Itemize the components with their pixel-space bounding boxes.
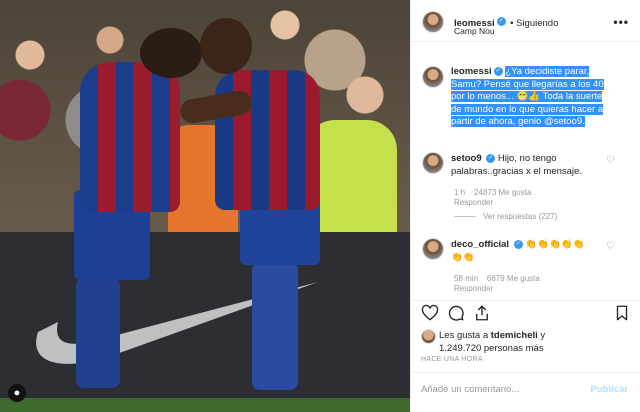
location-link[interactable]: Camp Nou xyxy=(454,26,495,36)
comment-username[interactable]: setoo9 xyxy=(451,153,482,164)
bookmark-icon[interactable] xyxy=(613,304,631,322)
avatar[interactable] xyxy=(422,11,444,33)
avatar[interactable] xyxy=(421,329,436,344)
player-shirt xyxy=(215,70,320,210)
caption-text: de mundo en lo que quieras hacer a xyxy=(451,103,604,115)
replies-divider xyxy=(454,216,476,217)
caption-text: partir de ahora, genio @setoo9. xyxy=(451,116,585,127)
avatar[interactable] xyxy=(422,152,444,174)
comment: deco_official ✓ 👏👏👏👏👏 👏👏 xyxy=(451,239,611,264)
verified-icon: ✓ xyxy=(513,239,523,249)
post-header: leomessi ✓ • Siguiendo Camp Nou ••• xyxy=(411,0,640,42)
avatar[interactable] xyxy=(422,66,444,88)
player-shirt xyxy=(80,62,180,212)
player-head xyxy=(200,18,252,74)
comment-text: palabras..gracias x el mensaje. xyxy=(451,165,582,177)
liker-username[interactable]: tdemicheli xyxy=(491,330,538,341)
comment-text: Hijo, no tengo xyxy=(497,153,557,164)
comment-text: 👏👏👏👏👏 xyxy=(525,239,585,250)
comment-time[interactable]: 1 h xyxy=(454,188,465,197)
publish-button[interactable]: Publicar xyxy=(591,384,629,395)
comment-likes[interactable]: 6679 Me gusta xyxy=(487,274,540,283)
likes-prefix: Les gusta a xyxy=(439,330,491,341)
comment-likes[interactable]: 24873 Me gusta xyxy=(474,188,531,197)
likes-suffix: y xyxy=(537,330,546,341)
post-photo[interactable]: ● xyxy=(0,0,410,412)
follow-status[interactable]: • Siguiendo xyxy=(510,18,558,29)
comment-meta: 1 h 24873 Me gusta xyxy=(454,188,531,197)
verified-icon: ✓ xyxy=(493,66,503,76)
comment-time[interactable]: 58 min xyxy=(454,274,478,283)
reply-button[interactable]: Responder xyxy=(454,198,493,207)
caption-username[interactable]: leomessi xyxy=(451,66,492,77)
comment-username[interactable]: deco_official xyxy=(451,239,509,250)
post-timestamp[interactable]: HACE UNA HORA xyxy=(421,356,483,363)
verified-icon: ✓ xyxy=(486,153,496,163)
likes-summary: Les gusta a tdemicheli y 1.249.720 perso… xyxy=(439,330,545,355)
share-icon[interactable] xyxy=(473,304,491,322)
comment: setoo9 ✓ Hijo, no tengo palabras..gracia… xyxy=(451,153,611,178)
player-legs xyxy=(76,278,120,388)
comment-meta: 58 min 6679 Me gusta xyxy=(454,274,540,283)
player-legs xyxy=(252,262,298,390)
reply-button[interactable]: Responder xyxy=(454,284,493,293)
action-bar xyxy=(411,300,640,328)
comment-like-icon[interactable]: ♡ xyxy=(606,241,615,252)
verified-icon: ✓ xyxy=(496,17,506,27)
avatar[interactable] xyxy=(422,238,444,260)
caption: leomessi ✓ ¿Ya decidiste parar, Samu? Pen… xyxy=(451,66,631,129)
comment-like-icon[interactable]: ♡ xyxy=(606,155,615,166)
comment-icon[interactable] xyxy=(447,304,465,322)
likes-count[interactable]: 1.249.720 personas más xyxy=(439,343,545,356)
user-tag-icon[interactable]: ● xyxy=(8,384,26,402)
post-side-panel: leomessi ✓ • Siguiendo Camp Nou ••• leome… xyxy=(410,0,640,412)
comment-text: 👏👏 xyxy=(451,251,475,263)
view-replies-button[interactable]: Ver respuestas (227) xyxy=(483,212,557,221)
player-head xyxy=(140,28,202,78)
heart-icon[interactable] xyxy=(421,304,439,322)
caption-text: por lo menos... 😁👍 Toda la suerte xyxy=(451,91,603,102)
caption-text: Samu? Pensé que llegarías a los 40 xyxy=(451,78,604,90)
caption-text: ¿Ya decidiste parar, xyxy=(505,66,590,77)
more-options-icon[interactable]: ••• xyxy=(613,15,629,29)
pitch-grass xyxy=(0,398,410,412)
comment-input[interactable]: Añade un comentario... xyxy=(421,384,519,395)
